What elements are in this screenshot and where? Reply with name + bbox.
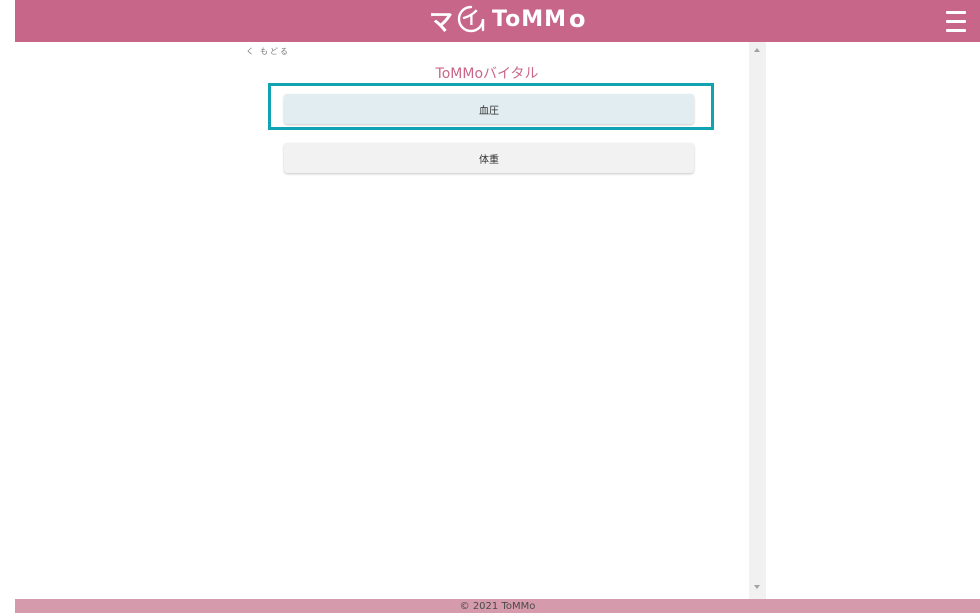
copyright-text: © 2021 ToMMo <box>459 601 536 612</box>
logo-tail: o <box>568 5 587 33</box>
menu-bar-top <box>946 11 966 14</box>
logo-i-bubble: イ <box>456 4 486 34</box>
app-logo[interactable]: マ イ ToMM o <box>429 2 586 36</box>
menu-bar-bottom <box>946 29 966 32</box>
app-footer: © 2021 ToMMo <box>15 599 980 613</box>
app-header: マ イ ToMM o <box>15 0 980 42</box>
blood-pressure-button[interactable]: 血圧 <box>284 94 694 124</box>
main-content: くもどる ToMMoバイタル 血圧 体重 <box>15 42 749 599</box>
back-link[interactable]: くもどる <box>246 46 290 57</box>
back-label: もどる <box>260 47 290 56</box>
app-frame: マ イ ToMM o くもどる ToMMoバイタル 血圧 体重 © 2021 T… <box>0 0 980 613</box>
logo-word: ToMM <box>492 6 567 32</box>
scroll-down-arrow-icon[interactable] <box>754 585 760 589</box>
hamburger-menu-icon[interactable] <box>946 11 966 33</box>
menu-bar-middle <box>946 20 966 23</box>
scroll-up-arrow-icon[interactable] <box>754 48 760 52</box>
page-title: ToMMoバイタル <box>435 66 539 82</box>
chevron-left-icon: く <box>246 47 256 56</box>
logo-ma: マ <box>429 7 454 36</box>
logo-i: イ <box>461 8 481 29</box>
vertical-scrollbar[interactable] <box>749 42 766 599</box>
body-weight-button[interactable]: 体重 <box>284 143 694 173</box>
